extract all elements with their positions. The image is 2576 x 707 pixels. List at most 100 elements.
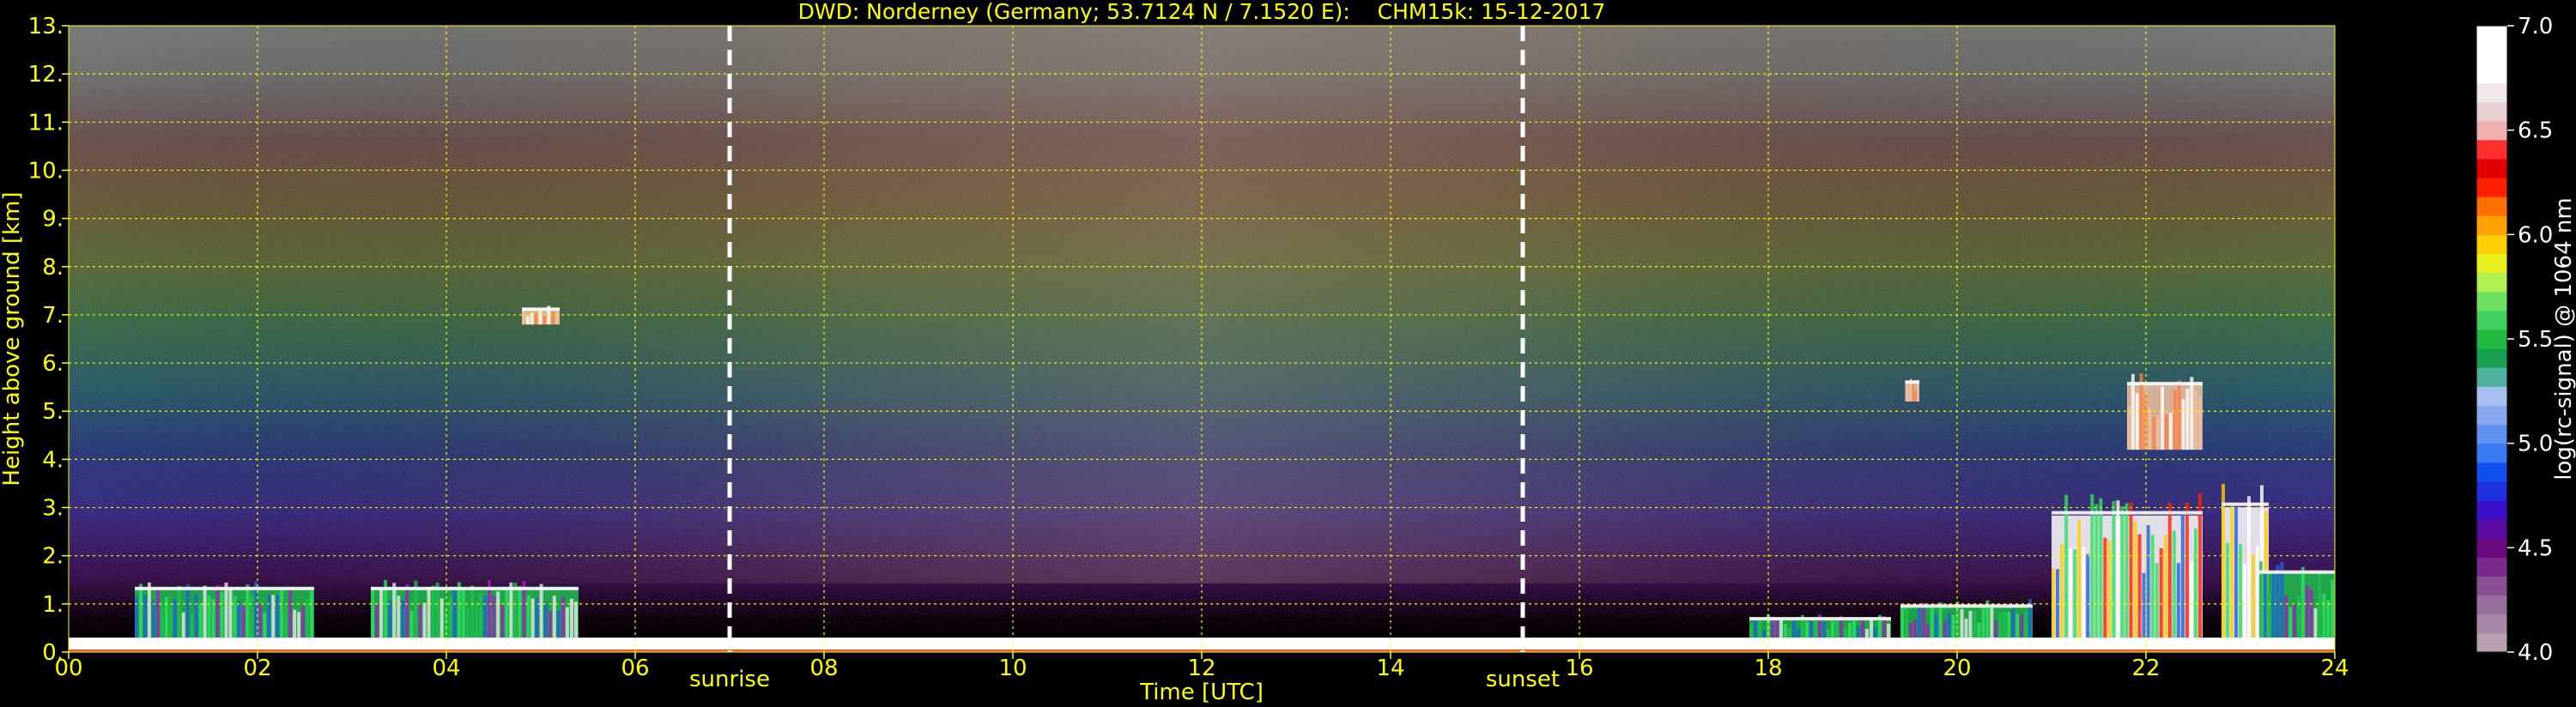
x-tick-label: 18 xyxy=(1754,656,1782,681)
cloud-streak xyxy=(2190,377,2194,450)
cloud-streak xyxy=(526,595,530,638)
cloud-streak xyxy=(2069,547,2073,643)
y-tick-label: 13. xyxy=(28,14,64,39)
cloud-streak xyxy=(293,609,297,638)
plot-area xyxy=(68,25,2336,653)
cloud-streak xyxy=(2297,595,2300,643)
cloud-streak xyxy=(301,605,306,638)
cloud-streak xyxy=(1930,607,1934,643)
cloud-streak xyxy=(496,591,500,638)
y-tick-label: 9. xyxy=(42,207,64,233)
colorbar-tick-label: 5.5 xyxy=(2518,327,2553,353)
colorbar-segment xyxy=(2476,82,2507,103)
cloud-streak xyxy=(177,585,181,638)
cloud-streak xyxy=(215,584,220,638)
cloud-streak xyxy=(2226,542,2229,643)
cloud-streak xyxy=(1960,608,1964,643)
cloud-streak xyxy=(271,595,276,638)
colorbar-segment xyxy=(2476,576,2507,596)
cloud-streak xyxy=(2197,492,2202,643)
cloud-streak xyxy=(280,589,284,638)
cloud-streak xyxy=(509,582,513,638)
colorbar-segment xyxy=(2476,310,2507,330)
cloud-streak xyxy=(2239,543,2242,643)
cloud-streak xyxy=(2150,535,2155,643)
colorbar-segment xyxy=(2476,613,2507,634)
cloud-streak xyxy=(405,583,409,638)
cloud-streak xyxy=(1904,607,1908,643)
cloud-streak xyxy=(409,611,414,638)
cloud-streak xyxy=(2168,413,2173,450)
cloud-streak xyxy=(1921,602,1925,643)
cloud-streak xyxy=(2165,414,2168,450)
cloud-streak xyxy=(505,589,509,638)
cloud-streak xyxy=(569,598,573,638)
cloud-streak xyxy=(2234,506,2238,643)
y-tick-label: 6. xyxy=(42,351,64,377)
cloud-streak xyxy=(207,595,211,638)
cloud-streak xyxy=(2152,417,2156,450)
colorbar-segment xyxy=(2476,348,2507,368)
cloud-top-edge xyxy=(522,307,560,311)
y-tick-label: 11. xyxy=(28,110,64,136)
cloud-streak xyxy=(2293,603,2297,643)
cloud-streak xyxy=(543,602,548,638)
cloud-streak xyxy=(538,311,542,325)
colorbar-segment xyxy=(2476,386,2507,407)
cloud-streak xyxy=(2288,607,2293,643)
cloud-streak xyxy=(2073,549,2077,643)
colorbar-segment xyxy=(2476,158,2507,178)
x-axis-label: Time [UTC] xyxy=(1139,680,1264,705)
x-tick-label: 12 xyxy=(1187,656,1215,681)
cloud-streak xyxy=(2103,537,2107,643)
cloud-top-edge xyxy=(371,586,579,590)
cloud-streak xyxy=(2309,589,2313,643)
cloud-streak xyxy=(147,582,151,638)
y-tick-label: 4. xyxy=(42,447,64,473)
annotation-label-sunset: sunset xyxy=(1486,667,1560,692)
colorbar-segment xyxy=(2476,424,2507,444)
cloud-streak xyxy=(2163,534,2167,643)
colorbar-tick-label: 7.0 xyxy=(2518,14,2553,39)
cloud-streak xyxy=(2127,406,2131,450)
cloud-streak xyxy=(267,595,271,638)
cloud-top-edge xyxy=(2127,382,2203,386)
cloud-streak xyxy=(470,585,474,638)
cloud-streak xyxy=(551,310,555,325)
cloud-streak xyxy=(2172,530,2176,643)
cloud-streak xyxy=(233,595,237,638)
cloud-streak xyxy=(151,600,155,638)
cloud-streak xyxy=(297,612,301,638)
cloud-streak xyxy=(190,613,194,638)
colorbar-segment xyxy=(2476,253,2507,274)
cloud-streak xyxy=(2189,560,2193,643)
cloud-streak xyxy=(2198,396,2203,450)
cloud-top-edge xyxy=(2221,502,2269,506)
cloud-streak xyxy=(2300,566,2305,643)
cloud-streak xyxy=(500,604,505,638)
cloud-streak xyxy=(1938,601,1943,643)
cloud-streak xyxy=(561,596,565,638)
cloud-streak xyxy=(173,599,177,638)
cloud-streak xyxy=(435,583,439,638)
cloud-streak xyxy=(2146,525,2150,643)
cloud-streak xyxy=(2082,546,2086,643)
cloud-streak xyxy=(2247,496,2251,643)
x-axis: 00 02 04 06 08 10 12 14 16 18 20 22 24 xyxy=(54,652,2349,681)
cloud-streak xyxy=(552,595,556,638)
cloud-streak xyxy=(245,584,250,638)
cloud-streak xyxy=(2077,519,2082,643)
cloud-streak xyxy=(2176,563,2180,643)
cloud-streak xyxy=(573,601,578,638)
colorbar-tick-label: 5.0 xyxy=(2518,432,2553,457)
cloud-streak xyxy=(2133,521,2137,643)
annotation-label-sunrise: sunrise xyxy=(689,667,770,692)
cloud-streak xyxy=(1914,391,1917,402)
cloud-streak xyxy=(1907,386,1910,402)
cloud-streak xyxy=(2099,498,2103,643)
cloud-streak xyxy=(310,590,314,638)
cloud-streak xyxy=(2142,572,2146,643)
cloud-streak xyxy=(2318,571,2322,643)
cloud-top-edge xyxy=(2259,570,2335,574)
cloud-streak xyxy=(237,601,241,638)
